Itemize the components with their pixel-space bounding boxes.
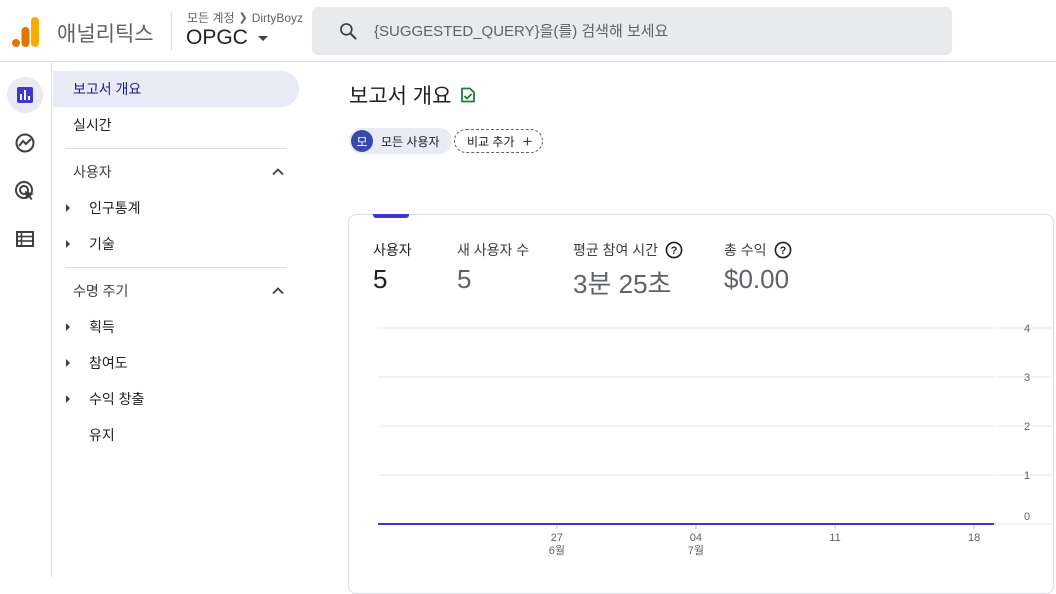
add-comparison-label: 비교 추가 (467, 133, 515, 150)
explore-icon (14, 132, 36, 154)
nav-item-label: 획득 (89, 317, 115, 337)
search-icon (338, 21, 358, 41)
metric-tab-new-users[interactable]: 새 사용자 수 5 (457, 240, 529, 295)
triangle-right-icon (66, 359, 70, 367)
selected-metric-indicator (373, 214, 409, 218)
triangle-right-icon (66, 395, 70, 403)
add-comparison-button[interactable]: 비교 추가 + (454, 129, 543, 153)
nav-item-demographics[interactable]: 인구통계 (53, 190, 299, 226)
svg-text:?: ? (671, 245, 678, 257)
x-tick-label: 27 (551, 532, 563, 544)
nav-item-label: 실시간 (73, 115, 112, 135)
x-tick-label: 18 (968, 532, 980, 544)
metric-label: 총 수익 (724, 240, 767, 260)
top-app-bar: 애널리틱스 모든 계정 ❯ DirtyBoyz OPGC (0, 0, 1056, 62)
metric-tab-total-revenue[interactable]: 총 수익 ? $0.00 (724, 240, 792, 295)
property-selector[interactable]: OPGC (186, 26, 268, 50)
nav-item-label: 수익 창출 (89, 389, 144, 409)
segment-label: 모든 사용자 (381, 133, 440, 150)
metric-value: 5 (373, 264, 412, 295)
nav-section-lifecycle[interactable]: 수명 주기 (53, 273, 299, 309)
page-title-text: 보고서 개요 (349, 80, 451, 110)
metric-value: 5 (457, 264, 529, 295)
verified-report-icon[interactable] (459, 86, 477, 104)
brand-name: 애널리틱스 (57, 18, 154, 48)
nav-divider (65, 267, 287, 268)
chevron-up-icon (271, 165, 285, 179)
nav-section-label: 사용자 (73, 162, 112, 182)
y-tick-label: 0 (1024, 511, 1030, 523)
ads-target-icon (14, 180, 36, 202)
property-name: OPGC (186, 26, 248, 50)
bar-chart-icon (15, 85, 35, 105)
list-icon (15, 229, 35, 249)
x-tick-month-label: 6월 (549, 544, 565, 557)
analytics-logo-icon[interactable] (12, 17, 40, 47)
metric-value: 3분 25초 (573, 264, 683, 301)
left-rail (0, 63, 52, 577)
y-tick-label: 3 (1024, 372, 1030, 384)
help-icon[interactable]: ? (774, 241, 792, 259)
nav-item-label: 참여도 (89, 353, 128, 373)
segment-avatar: 모 (351, 130, 373, 152)
nav-item-label: 유지 (89, 425, 115, 445)
x-tick-label: 11 (829, 532, 840, 544)
nav-item-label: 인구통계 (89, 198, 141, 218)
metric-label: 사용자 (373, 240, 412, 260)
report-navigation: 보고서 개요 실시간 사용자 인구통계 기술 수명 주기 획득 참여도 수익 창… (53, 63, 303, 577)
nav-item-tech[interactable]: 기술 (53, 226, 299, 262)
account-name: DirtyBoyz (252, 11, 303, 25)
metric-label: 새 사용자 수 (457, 240, 529, 260)
rail-advertising-button[interactable] (7, 173, 43, 209)
chevron-up-icon (271, 284, 285, 298)
nav-section-user[interactable]: 사용자 (53, 154, 299, 190)
x-tick-label: 04 (690, 532, 702, 544)
nav-section-label: 수명 주기 (73, 281, 128, 301)
users-line-chart: 0 1 2 3 4 276월 047월 11 18 (370, 318, 1054, 577)
nav-item-acquisition[interactable]: 획득 (53, 309, 299, 345)
triangle-right-icon (66, 323, 70, 331)
caret-down-icon (258, 36, 268, 41)
nav-item-engagement[interactable]: 참여도 (53, 345, 299, 381)
page-title: 보고서 개요 (349, 80, 477, 110)
rail-explore-button[interactable] (7, 125, 43, 161)
help-icon[interactable]: ? (665, 241, 683, 259)
nav-item-label: 기술 (89, 234, 115, 254)
metric-tab-users[interactable]: 사용자 5 (373, 240, 412, 295)
nav-divider (65, 148, 287, 149)
y-tick-label: 1 (1024, 470, 1030, 482)
metric-tab-avg-engagement[interactable]: 평균 참여 시간 ? 3분 25초 (573, 240, 683, 301)
x-tick-month-label: 7월 (688, 544, 704, 557)
y-tick-label: 2 (1024, 421, 1030, 433)
rail-reports-button[interactable] (7, 77, 43, 113)
segment-chip-all-users[interactable]: 모 모든 사용자 (349, 128, 452, 154)
search-input[interactable] (374, 23, 934, 40)
chevron-right-icon: ❯ (239, 11, 248, 24)
triangle-right-icon (66, 204, 70, 212)
nav-item-label: 보고서 개요 (73, 79, 141, 99)
header-divider (171, 12, 172, 50)
account-breadcrumb[interactable]: 모든 계정 ❯ DirtyBoyz (187, 9, 303, 26)
nav-item-realtime[interactable]: 실시간 (53, 107, 299, 143)
nav-item-retention[interactable]: 유지 (53, 417, 299, 453)
metric-value: $0.00 (724, 264, 792, 295)
search-bar[interactable] (312, 7, 952, 55)
svg-text:?: ? (779, 245, 786, 257)
plus-icon: + (523, 133, 533, 150)
nav-item-monetization[interactable]: 수익 창출 (53, 381, 299, 417)
y-tick-label: 4 (1024, 323, 1030, 335)
metric-label: 평균 참여 시간 (573, 240, 658, 260)
triangle-right-icon (66, 240, 70, 248)
account-path: 모든 계정 (187, 9, 235, 26)
nav-item-overview[interactable]: 보고서 개요 (53, 71, 299, 107)
rail-configure-button[interactable] (7, 221, 43, 257)
